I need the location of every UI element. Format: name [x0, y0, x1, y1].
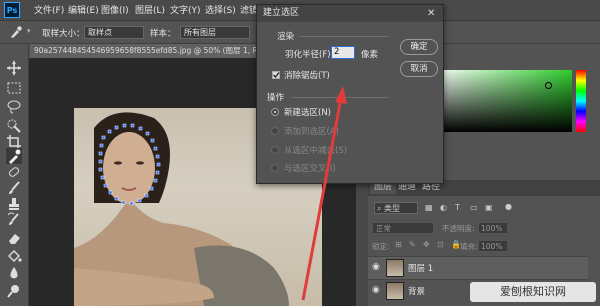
fill-field[interactable]: 100% — [478, 240, 508, 252]
filter-toggle-icon[interactable]: ● — [505, 202, 512, 211]
search-icon: ⌕ — [377, 204, 385, 213]
opacity-field[interactable]: 100% — [478, 222, 508, 234]
intersect-selection-radio[interactable] — [271, 164, 279, 172]
hue-slider[interactable] — [576, 70, 586, 132]
render-group-label: 渲染 — [277, 32, 295, 42]
subtract-from-selection-label: 从选区中减去(S) — [284, 146, 348, 156]
new-selection-label: 新建选区(N) — [284, 108, 331, 118]
lasso-tool-icon[interactable] — [6, 99, 22, 115]
blur-tool-icon[interactable] — [6, 265, 22, 281]
dialog-title: 建立选区 — [263, 8, 300, 18]
lock-position-icon[interactable]: ✥ — [423, 240, 430, 249]
dodge-tool-icon[interactable] — [6, 283, 22, 299]
layer-thumbnail — [386, 259, 404, 277]
group-divider — [299, 36, 389, 37]
subtract-from-selection-radio[interactable] — [271, 146, 279, 154]
eyedropper-tool-icon[interactable] — [6, 148, 22, 164]
history-brush-tool-icon[interactable] — [6, 212, 22, 228]
marquee-tool-icon[interactable] — [6, 80, 22, 96]
feather-radius-label: 羽化半径(F): — [285, 50, 334, 60]
filter-adjustment-icon[interactable]: ◐ — [440, 203, 447, 212]
lock-image-icon[interactable]: ✎ — [409, 240, 416, 249]
lock-artboard-icon[interactable]: ⊡ — [437, 240, 444, 249]
filter-pixel-icon[interactable]: ▦ — [425, 203, 433, 212]
layer-name[interactable]: 背景 — [408, 285, 425, 297]
add-to-selection-radio[interactable] — [271, 127, 279, 135]
layer-row[interactable]: ◉ 图层 1 — [368, 256, 588, 279]
color-picker-cursor[interactable] — [545, 82, 552, 89]
quick-select-tool-icon[interactable] — [6, 118, 22, 134]
dialog-titlebar[interactable]: 建立选区 ✕ — [257, 5, 443, 22]
color-picker-field[interactable] — [432, 70, 572, 132]
operation-group-label: 操作 — [267, 93, 285, 103]
menu-type[interactable]: 文字(Y) — [170, 3, 201, 16]
layer-thumbnail — [386, 282, 404, 300]
new-selection-radio[interactable] — [271, 108, 279, 116]
layer-kind-filter[interactable]: ⌕ 类型 — [374, 202, 418, 214]
sample-label: 样本： — [150, 29, 176, 39]
sample-size-label: 取样大小： — [42, 29, 85, 39]
filter-smart-object-icon[interactable]: ▣ — [485, 203, 493, 212]
group-divider — [291, 97, 389, 98]
feather-radius-input[interactable]: 2 — [331, 46, 355, 59]
paint-bucket-tool-icon[interactable] — [6, 248, 22, 264]
menu-select[interactable]: 选择(S) — [205, 3, 236, 16]
eraser-tool-icon[interactable] — [6, 230, 22, 246]
intersect-selection-label: 与选区交叉(I) — [284, 164, 336, 174]
sample-select[interactable]: 所有图层 — [180, 26, 250, 39]
layer-name[interactable]: 图层 1 — [408, 262, 433, 274]
sample-size-select[interactable]: 取样点 — [84, 26, 144, 39]
visibility-eye-icon[interactable]: ◉ — [372, 285, 380, 295]
fill-label: 填充: — [460, 242, 478, 251]
menu-image[interactable]: 图像(I) — [101, 3, 129, 16]
tool-preset-chevron-icon[interactable]: ▾ — [27, 27, 31, 35]
filter-shape-icon[interactable]: ▭ — [470, 203, 478, 212]
feather-unit-label: 像素 — [361, 50, 379, 60]
antialias-checkbox[interactable] — [272, 71, 280, 79]
menu-file[interactable]: 文件(F) — [34, 3, 64, 16]
ok-button[interactable]: 确定 — [400, 39, 438, 55]
lock-label: 锁定: — [372, 242, 390, 251]
menu-edit[interactable]: 编辑(E) — [68, 3, 99, 16]
move-tool-icon[interactable] — [6, 60, 22, 76]
healing-brush-tool-icon[interactable] — [6, 164, 22, 180]
photoshop-logo-icon: Ps — [4, 2, 20, 18]
menu-layer[interactable]: 图层(L) — [135, 3, 165, 16]
filter-type-icon[interactable]: T — [455, 203, 460, 212]
add-to-selection-label: 添加到选区(A) — [284, 127, 339, 137]
layer-kind-label: 类型 — [384, 204, 401, 213]
visibility-eye-icon[interactable]: ◉ — [372, 262, 380, 272]
eyedropper-icon[interactable] — [8, 25, 24, 42]
clone-stamp-tool-icon[interactable] — [6, 196, 22, 212]
blend-mode-select[interactable]: 正常 — [372, 222, 434, 234]
brush-tool-icon[interactable] — [6, 180, 22, 196]
close-icon[interactable]: ✕ — [427, 5, 435, 22]
watermark: 爱刨根知识网 — [470, 282, 596, 302]
lock-transparent-icon[interactable]: ⊞ — [395, 240, 402, 249]
opacity-label: 不透明度: — [442, 224, 475, 233]
cancel-button[interactable]: 取消 — [400, 61, 438, 77]
make-selection-dialog: 建立选区 ✕ 渲染 羽化半径(F): 2 像素 消除锯齿(T) 确定 取消 操作… — [256, 4, 444, 184]
antialias-label: 消除锯齿(T) — [284, 71, 330, 81]
